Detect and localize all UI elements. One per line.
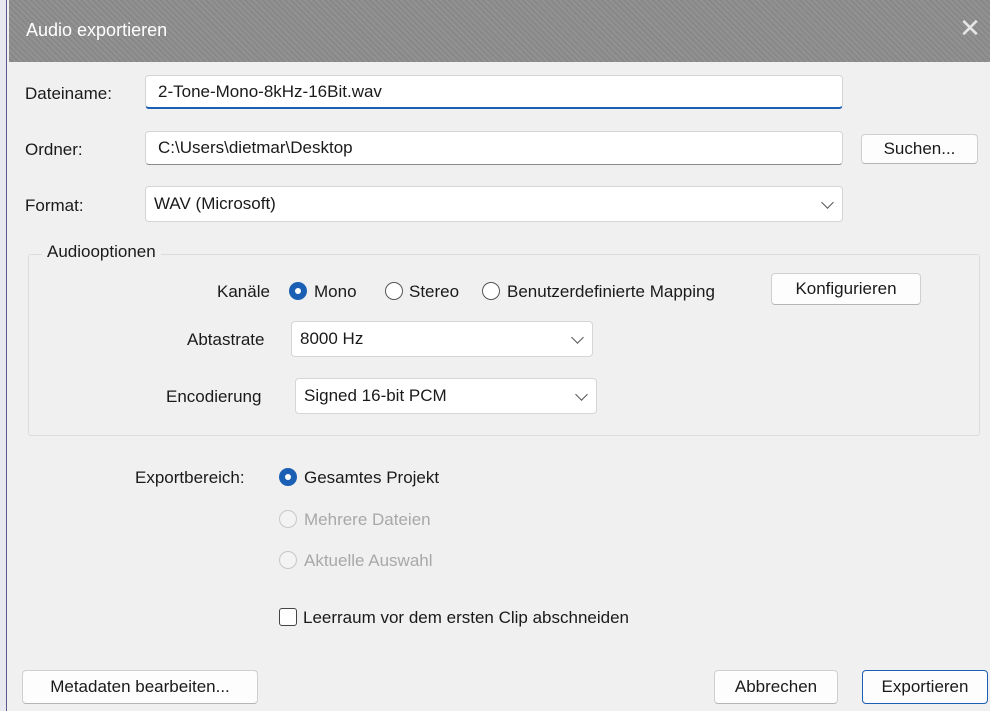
samplerate-label: Abtastrate (187, 330, 265, 349)
trim-leading-space-checkbox[interactable] (279, 608, 297, 626)
export-button[interactable]: Exportieren (862, 670, 988, 704)
folder-input[interactable]: C:\Users\dietmar\Desktop (145, 131, 843, 165)
export-dialog: Dateiname: 2-Tone-Mono-8kHz-16Bit.wav Or… (9, 62, 990, 711)
format-label: Format: (25, 196, 84, 215)
window-title: Audio exportieren (26, 20, 168, 40)
title-bar[interactable]: Audio exportieren ✕ (9, 0, 990, 62)
cancel-button[interactable]: Abbrechen (714, 670, 838, 704)
browse-button[interactable]: Suchen... (861, 134, 978, 164)
format-select[interactable]: WAV (Microsoft) (145, 186, 843, 222)
close-icon[interactable]: ✕ (956, 14, 984, 42)
background-window-edge (0, 0, 9, 711)
channel-custom-radio[interactable] (482, 282, 500, 300)
configure-button[interactable]: Konfigurieren (771, 273, 921, 305)
trim-leading-space-label[interactable]: Leerraum vor dem ersten Clip abschneiden (303, 608, 629, 628)
export-range-label: Exportbereich: (135, 468, 245, 487)
channel-stereo-label[interactable]: Stereo (409, 282, 459, 302)
chevron-down-icon (821, 196, 834, 209)
encoding-select[interactable]: Signed 16-bit PCM (295, 378, 597, 414)
channel-custom-label[interactable]: Benutzerdefinierte Mapping (507, 282, 715, 302)
samplerate-select[interactable]: 8000 Hz (291, 321, 593, 357)
encoding-select-value: Signed 16-bit PCM (304, 386, 447, 405)
channel-stereo-radio[interactable] (385, 282, 403, 300)
edit-metadata-button[interactable]: Metadaten bearbeiten... (22, 670, 258, 704)
range-whole-project-radio[interactable] (279, 468, 297, 486)
samplerate-select-value: 8000 Hz (300, 329, 364, 348)
channels-label: Kanäle (217, 282, 270, 301)
filename-label: Dateiname: (25, 84, 112, 103)
format-select-value: WAV (Microsoft) (154, 194, 276, 213)
range-multiple-files-radio (279, 510, 297, 528)
range-current-selection-label: Aktuelle Auswahl (304, 551, 433, 570)
filename-input[interactable]: 2-Tone-Mono-8kHz-16Bit.wav (145, 75, 843, 109)
channel-mono-label[interactable]: Mono (314, 282, 357, 302)
channel-mono-radio[interactable] (289, 282, 307, 300)
folder-label: Ordner: (25, 140, 83, 159)
audio-options-title: Audiooptionen (42, 242, 161, 262)
range-whole-project-label[interactable]: Gesamtes Projekt (304, 468, 439, 488)
range-current-selection-radio (279, 551, 297, 569)
chevron-down-icon (571, 331, 584, 344)
range-multiple-files-label: Mehrere Dateien (304, 510, 431, 529)
encoding-label: Encodierung (166, 387, 262, 406)
chevron-down-icon (575, 388, 588, 401)
